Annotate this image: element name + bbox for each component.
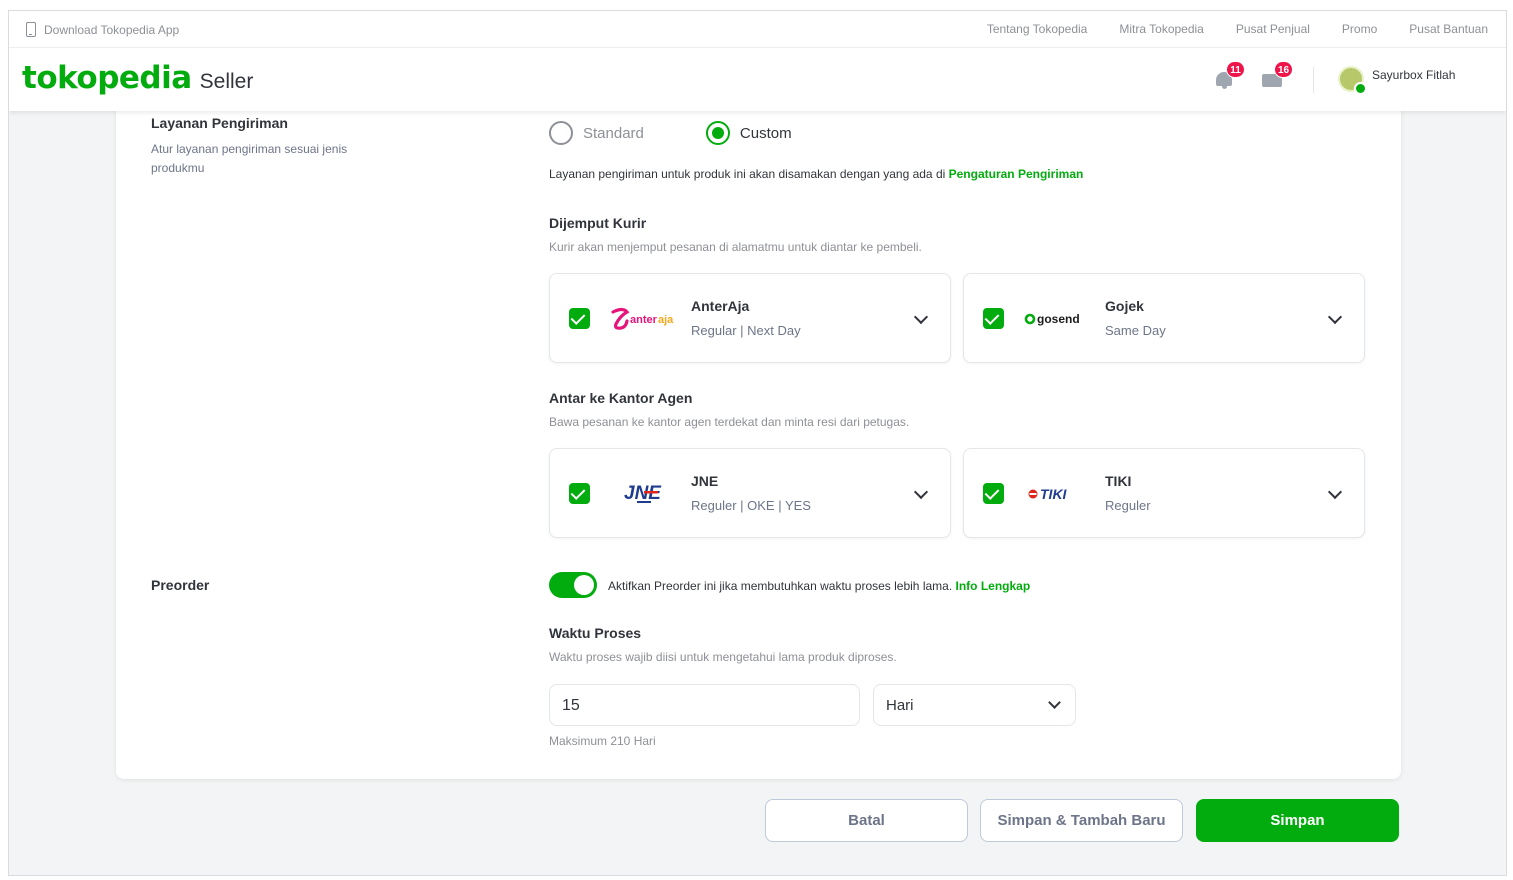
shipping-note-text: Layanan pengiriman untuk produk ini akan… [549, 167, 949, 181]
top-link-mitra[interactable]: Mitra Tokopedia [1119, 22, 1204, 36]
gosend-logo-icon: gosend [1024, 312, 1080, 326]
save-button[interactable]: Simpan [1196, 799, 1399, 842]
notification-button[interactable]: 11 [1214, 61, 1245, 90]
avatar [1338, 66, 1367, 95]
process-time-title: Waktu Proses [549, 625, 642, 641]
preorder-note: Aktifkan Preorder ini jika membutuhkan w… [608, 579, 1030, 593]
courier-name-jne: JNE [691, 473, 719, 489]
messages-button[interactable]: 16 [1262, 61, 1294, 90]
user-menu[interactable]: Sayurbox Fitlah [1338, 66, 1456, 95]
courier-services-gojek: Same Day [1105, 323, 1166, 338]
top-link-tentang[interactable]: Tentang Tokopedia [987, 22, 1088, 36]
courier-services-anteraja: Regular | Next Day [691, 323, 801, 338]
shipping-note: Layanan pengiriman untuk produk ini akan… [549, 167, 1083, 181]
chevron-down-icon[interactable] [913, 309, 929, 325]
cancel-button[interactable]: Batal [765, 799, 968, 842]
download-app-link[interactable]: Download Tokopedia App [26, 22, 179, 37]
checkbox-anteraja[interactable] [569, 308, 590, 329]
radio-custom-label: Custom [739, 124, 792, 142]
svg-text:anter: anter [630, 314, 658, 326]
radio-standard-label: Standard [583, 124, 644, 142]
svg-text:gosend: gosend [1037, 312, 1080, 326]
process-max-note: Maksimum 210 Hari [549, 734, 656, 748]
process-unit-select[interactable]: Hari [873, 684, 1076, 726]
header-divider [1313, 67, 1314, 93]
process-time-input[interactable]: 15 [549, 684, 860, 726]
courier-card-tiki[interactable]: TIKI TIKI Reguler [963, 448, 1365, 538]
dropoff-subtitle: Bawa pesanan ke kantor agen terdekat dan… [549, 415, 910, 429]
courier-name-tiki: TIKI [1105, 473, 1132, 489]
product-name: Seller [199, 70, 254, 93]
chevron-down-icon[interactable] [913, 484, 929, 500]
app-window: Download Tokopedia App Tentang Tokopedia… [8, 10, 1507, 876]
brand-name: tokopedia [22, 60, 192, 96]
radio-custom[interactable]: Custom [705, 121, 792, 145]
shipping-radio-group: Standard Custom [549, 121, 792, 145]
process-time-subtitle: Waktu proses wajib diisi untuk mengetahu… [549, 650, 897, 664]
radio-circle-selected-icon [705, 121, 730, 145]
top-links: Tentang Tokopedia Mitra Tokopedia Pusat … [987, 22, 1488, 36]
notification-badge: 11 [1226, 61, 1245, 78]
download-app-label: Download Tokopedia App [44, 22, 180, 37]
checkbox-tiki[interactable] [983, 483, 1004, 504]
tiki-logo-icon: TIKI [1028, 486, 1068, 502]
chevron-down-icon[interactable] [1327, 484, 1343, 500]
courier-name-anteraja: AnterAja [691, 298, 750, 314]
courier-card-gojek[interactable]: gosend Gojek Same Day [963, 273, 1365, 363]
top-link-pusat-bantuan[interactable]: Pusat Bantuan [1409, 22, 1488, 36]
header: tokopedia Seller 11 16 Sayurbox Fitlah [9, 48, 1506, 111]
tokopedia-seller-logo[interactable]: tokopedia Seller [22, 60, 253, 96]
anteraja-logo: anter aja [608, 304, 680, 334]
dropoff-title: Antar ke Kantor Agen [549, 390, 693, 406]
courier-card-anteraja[interactable]: anter aja AnterAja Regular | Next Day [549, 273, 951, 363]
jne-logo-icon: JNE [624, 483, 662, 504]
courier-services-tiki: Reguler [1105, 498, 1151, 513]
jne-logo: JNE [608, 479, 680, 509]
gosend-logo: gosend [1022, 304, 1094, 334]
shipping-label: Layanan Pengiriman [151, 115, 288, 131]
svg-text:TIKI: TIKI [1040, 486, 1068, 502]
user-name: Sayurbox Fitlah [1372, 68, 1456, 82]
tiki-logo: TIKI [1022, 479, 1094, 509]
shipping-description: Atur layanan pengiriman sesuai jenis pro… [151, 142, 348, 175]
top-link-promo[interactable]: Promo [1342, 22, 1377, 36]
pickup-subtitle: Kurir akan menjemput pesanan di alamatmu… [549, 240, 922, 254]
courier-services-jne: Reguler | OKE | YES [691, 498, 811, 513]
chevron-down-icon[interactable] [1327, 309, 1343, 325]
preorder-toggle[interactable] [549, 572, 597, 598]
radio-circle-icon [549, 121, 573, 145]
checkbox-jne[interactable] [569, 483, 590, 504]
anteraja-logo-icon: anter aja [611, 307, 674, 330]
checkbox-gojek[interactable] [983, 308, 1004, 329]
info-lengkap-link[interactable]: Info Lengkap [956, 579, 1031, 593]
save-and-add-button[interactable]: Simpan & Tambah Baru [980, 799, 1183, 842]
chevron-down-icon [1048, 696, 1061, 709]
header-icons: 11 16 [1214, 61, 1294, 90]
messages-badge: 16 [1274, 61, 1294, 78]
product-form-card: Layanan Pengiriman Atur layanan pengirim… [116, 101, 1401, 779]
phone-icon [26, 22, 36, 37]
shipping-settings-link[interactable]: Pengaturan Pengiriman [949, 167, 1084, 181]
svg-text:aja: aja [658, 314, 674, 326]
process-unit-value: Hari [886, 697, 914, 714]
shop-status-icon [1354, 82, 1367, 95]
top-link-pusat-penjual[interactable]: Pusat Penjual [1236, 22, 1310, 36]
preorder-note-text: Aktifkan Preorder ini jika membutuhkan w… [608, 579, 956, 593]
process-time-value: 15 [562, 697, 580, 714]
courier-card-jne[interactable]: JNE JNE Reguler | OKE | YES [549, 448, 951, 538]
top-strip: Download Tokopedia App Tentang Tokopedia… [9, 11, 1506, 48]
courier-name-gojek: Gojek [1105, 298, 1144, 314]
radio-standard[interactable]: Standard [549, 121, 644, 145]
preorder-label: Preorder [151, 577, 210, 593]
pickup-title: Dijemput Kurir [549, 215, 647, 231]
